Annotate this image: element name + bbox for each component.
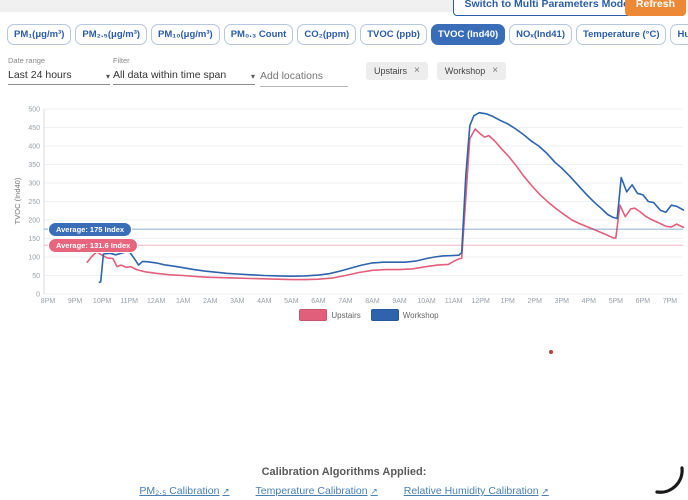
svg-text:250: 250 — [28, 199, 40, 206]
tab-pm-g-m[interactable]: PM₁(μg/m³) — [7, 24, 71, 45]
svg-text:TVOC (Ind40): TVOC (Ind40) — [13, 177, 22, 224]
chevron-down-icon: ▾ — [106, 72, 110, 81]
tab-pm-g-m[interactable]: PM₁₀(μg/m³) — [151, 24, 220, 45]
link-label: PM₂.₅ Calibration — [139, 485, 219, 497]
tab-co-ppm[interactable]: CO₂(ppm) — [297, 24, 356, 45]
legend-label: Workshop — [403, 311, 439, 320]
external-link-icon: ↗ — [542, 486, 549, 497]
tab-tvoc-ind40[interactable]: TVOC (Ind40) — [431, 24, 505, 45]
average-badge-workshop: Average: 175 Index — [48, 222, 132, 237]
svg-text:10PM: 10PM — [93, 298, 111, 305]
average-badge-upstairs: Average: 131.6 Index — [48, 238, 138, 253]
chevron-down-icon: ▾ — [251, 72, 255, 81]
add-locations-input[interactable] — [260, 68, 348, 87]
svg-text:12AM: 12AM — [147, 298, 165, 305]
svg-text:1PM: 1PM — [500, 298, 515, 305]
link-label: Relative Humidity Calibration — [404, 485, 539, 497]
svg-text:3PM: 3PM — [555, 298, 570, 305]
svg-text:6PM: 6PM — [636, 298, 651, 305]
svg-text:11PM: 11PM — [120, 298, 138, 305]
tab-temperature-c[interactable]: Temperature (°C) — [576, 24, 666, 45]
svg-text:3AM: 3AM — [230, 298, 245, 305]
close-icon[interactable]: × — [492, 67, 498, 75]
legend-swatch — [371, 309, 399, 321]
svg-text:450: 450 — [28, 125, 40, 132]
refresh-button[interactable]: Refresh — [625, 0, 686, 16]
svg-text:200: 200 — [28, 218, 40, 225]
link-relative-humidity-calibration[interactable]: Relative Humidity Calibration↗ — [404, 485, 549, 497]
svg-text:50: 50 — [32, 273, 40, 280]
svg-text:2PM: 2PM — [528, 298, 543, 305]
switch-multi-parameters-button[interactable]: Switch to Multi Parameters Mode — [453, 0, 640, 16]
location-chip-upstairs[interactable]: Upstairs × — [366, 62, 428, 80]
svg-text:5PM: 5PM — [609, 298, 624, 305]
filter-select[interactable]: Filter All data within time span ▾ — [113, 56, 255, 85]
date-range-label: Date range — [8, 56, 110, 65]
svg-text:8PM: 8PM — [41, 298, 56, 305]
svg-text:500: 500 — [28, 107, 40, 114]
legend-item-workshop[interactable]: Workshop — [371, 309, 439, 321]
location-chip-workshop[interactable]: Workshop × — [437, 62, 506, 80]
marker-dot — [549, 350, 553, 354]
svg-text:11AM: 11AM — [445, 298, 463, 305]
filter-label: Filter — [113, 56, 255, 65]
legend-swatch — [299, 309, 327, 321]
svg-text:100: 100 — [28, 255, 40, 262]
parameter-tabs: PM₁(μg/m³)PM₂.₅(μg/m³)PM₁₀(μg/m³)PM₀.₃ C… — [7, 24, 688, 45]
external-link-icon: ↗ — [371, 486, 378, 497]
svg-text:300: 300 — [28, 181, 40, 188]
legend-label: Upstairs — [331, 311, 360, 320]
link-temperature-calibration[interactable]: Temperature Calibration↗ — [256, 485, 378, 497]
svg-text:12PM: 12PM — [471, 298, 489, 305]
svg-text:2AM: 2AM — [203, 298, 218, 305]
external-link-icon: ↗ — [222, 486, 229, 497]
chip-label: Upstairs — [374, 66, 407, 76]
svg-text:1AM: 1AM — [176, 298, 191, 305]
tab-pm-g-m[interactable]: PM₂.₅(μg/m³) — [75, 24, 147, 45]
svg-text:9AM: 9AM — [392, 298, 407, 305]
chart-legend: Upstairs Workshop — [0, 309, 688, 321]
link-label: Temperature Calibration — [256, 485, 368, 497]
calibration-heading: Calibration Algorithms Applied: — [0, 466, 688, 478]
svg-text:6AM: 6AM — [311, 298, 326, 305]
calibration-links: PM₂.₅ Calibration↗Temperature Calibratio… — [0, 485, 688, 497]
close-icon[interactable]: × — [414, 67, 420, 75]
svg-text:5AM: 5AM — [284, 298, 299, 305]
svg-text:8AM: 8AM — [365, 298, 380, 305]
svg-text:4AM: 4AM — [257, 298, 272, 305]
tab-humidity[interactable]: Humidity (%) — [670, 24, 688, 45]
chip-label: Workshop — [445, 66, 485, 76]
tab-pm-count[interactable]: PM₀.₃ Count — [224, 24, 294, 45]
svg-text:10AM: 10AM — [417, 298, 435, 305]
air-quality-dashboard: Switch to Multi Parameters Mode Refresh … — [0, 0, 688, 500]
tvoc-line-chart: 0 50 100 150 200 250 300 350 400 450 500 8PM 9PM 10PM… — [0, 100, 688, 335]
date-range-value: Last 24 hours — [8, 69, 72, 81]
svg-text:7PM: 7PM — [663, 298, 678, 305]
svg-text:7AM: 7AM — [338, 298, 353, 305]
svg-text:0: 0 — [36, 292, 40, 299]
legend-item-upstairs[interactable]: Upstairs — [299, 309, 360, 321]
svg-text:350: 350 — [28, 162, 40, 169]
link-pm-calibration[interactable]: PM₂.₅ Calibration↗ — [139, 485, 229, 497]
svg-text:4PM: 4PM — [582, 298, 597, 305]
tab-tvoc-ppb[interactable]: TVOC (ppb) — [360, 24, 427, 45]
svg-text:9PM: 9PM — [68, 298, 83, 305]
svg-text:150: 150 — [28, 236, 40, 243]
corner-arc-glyph — [648, 462, 688, 500]
add-locations-field — [260, 56, 348, 87]
tab-no-ind41[interactable]: NOₓ(Ind41) — [509, 24, 572, 45]
date-range-select[interactable]: Date range Last 24 hours ▾ — [8, 56, 110, 85]
location-chips: Upstairs × Workshop × — [366, 62, 506, 80]
svg-text:400: 400 — [28, 144, 40, 151]
filter-value: All data within time span — [113, 69, 226, 81]
